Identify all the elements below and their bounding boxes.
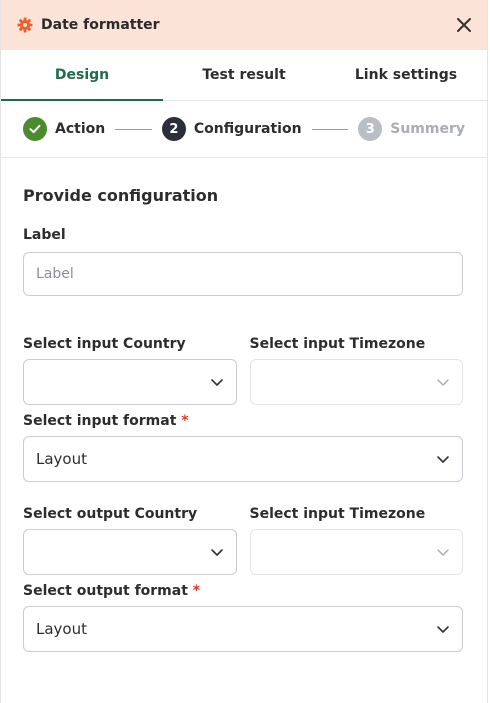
chevron-down-icon [436, 622, 450, 636]
tab-bar: Design Test result Link settings [1, 50, 487, 101]
output-location-row: Select output Country Select input Timez… [23, 506, 463, 575]
output-country-select[interactable] [23, 529, 237, 575]
stepper: Action 2 Configuration 3 Summery [1, 101, 487, 158]
label-input[interactable] [23, 252, 463, 296]
step-number: 2 [161, 117, 186, 141]
select-value: Layout [36, 450, 87, 468]
panel-title: Date formatter [41, 17, 160, 33]
panel-header: Date formatter [1, 0, 487, 50]
input-format-label: Select input format * [23, 413, 463, 429]
tab-design[interactable]: Design [1, 50, 163, 101]
step-connector [311, 128, 349, 130]
label-field-label: Label [23, 227, 66, 243]
step-configuration[interactable]: 2 Configuration [161, 117, 302, 141]
tab-link-settings[interactable]: Link settings [325, 50, 487, 100]
form-content: Provide configuration Label Select input… [1, 186, 487, 652]
input-format-label-text: Select input format [23, 413, 177, 429]
select-value: Layout [36, 620, 87, 638]
step-connector [115, 128, 152, 130]
step-label: Action [55, 121, 106, 137]
input-timezone-select[interactable] [249, 359, 463, 405]
input-location-row: Select input Country Select input Timezo… [23, 336, 463, 405]
chevron-down-icon [436, 375, 450, 389]
output-format-select[interactable]: Layout [23, 606, 463, 652]
close-icon[interactable] [455, 16, 473, 34]
chevron-down-icon [210, 375, 224, 389]
chevron-down-icon [210, 545, 224, 559]
required-mark: * [181, 413, 189, 429]
chevron-down-icon [436, 452, 450, 466]
chevron-down-icon [436, 545, 450, 559]
step-label: Summery [390, 121, 466, 137]
step-action[interactable]: Action [23, 117, 105, 141]
check-icon [23, 117, 47, 141]
output-timezone-label: Select input Timezone [249, 506, 426, 522]
output-format-label: Select output format * [23, 583, 463, 599]
input-country-label: Select input Country [23, 336, 186, 352]
input-country-select[interactable] [23, 359, 237, 405]
tab-test-result[interactable]: Test result [163, 50, 325, 100]
required-mark: * [192, 583, 201, 599]
date-formatter-panel: Date formatter Design Test result Link s… [0, 0, 488, 703]
input-timezone-label: Select input Timezone [249, 336, 426, 352]
step-number: 3 [358, 117, 383, 141]
gear-icon [17, 17, 33, 33]
step-label: Configuration [193, 121, 302, 137]
section-title: Provide configuration [23, 186, 219, 205]
step-summery[interactable]: 3 Summery [358, 117, 465, 141]
output-timezone-select[interactable] [249, 529, 463, 575]
output-country-label: Select output Country [23, 506, 198, 522]
output-format-group: Select output format * Layout [23, 583, 463, 652]
input-format-group: Select input format * Layout [23, 413, 463, 482]
input-format-select[interactable]: Layout [23, 436, 463, 482]
output-format-label-text: Select output format [23, 583, 188, 599]
